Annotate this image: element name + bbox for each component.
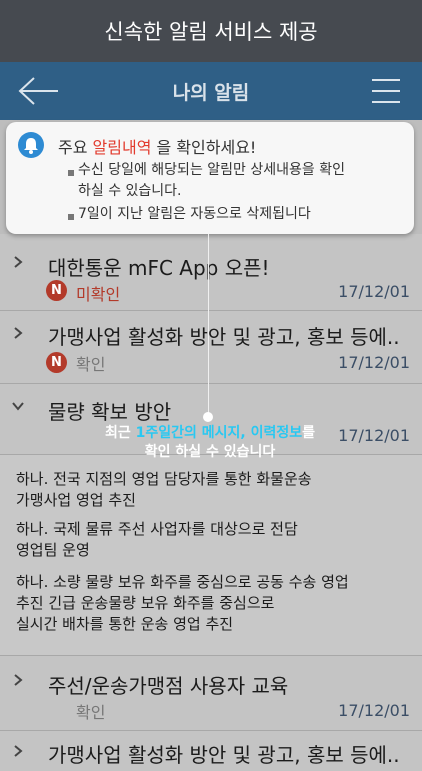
chevron-right-icon (14, 745, 23, 757)
list-item[interactable]: 주선/운송가맹점 사용자 교육 확인 17/12/01 (0, 656, 422, 731)
detail-paragraph: 하나. 전국 지점의 영업 담당자를 통한 화물운송 가맹사업 영업 추진 (16, 470, 312, 509)
detail-paragraph: 하나. 국제 물류 주선 사업자를 대상으로 전담 영업팀 운영 (16, 520, 298, 559)
item-title: 물량 확보 방안 (48, 400, 172, 424)
item-status: 확인 (76, 355, 106, 374)
guide-dot (203, 412, 213, 422)
bullet-icon (68, 170, 74, 176)
item-title: 주선/운송가맹점 사용자 교육 (48, 674, 289, 698)
chevron-down-icon (12, 402, 24, 411)
chevron-right-icon (14, 674, 23, 686)
new-badge: N (46, 352, 67, 373)
item-status: 미확인 (76, 285, 121, 304)
nav-bar: 나의 알림 (0, 62, 422, 120)
tooltip-line: 수신 당일에 해당되는 알림만 상세내용을 확인 하실 수 있습니다. (78, 162, 345, 199)
new-badge: N (46, 280, 67, 301)
tooltip-line: 7일이 지난 알림은 자동으로 삭제됩니다 (78, 206, 311, 222)
detail-paragraph: 하나. 소량 물량 보유 화주를 중심으로 공동 수송 영업 추진 긴급 운송물량… (16, 573, 349, 633)
guide-line (208, 234, 209, 417)
item-title: 가맹사업 활성화 방안 및 광고, 홍보 등에.. (48, 743, 400, 767)
list-item[interactable]: 가맹사업 활성화 방안 및 광고, 홍보 등에.. (0, 731, 422, 771)
list-item[interactable]: 대한통운 mFC App 오픈! N 미확인 17/12/01 (0, 234, 422, 311)
page-title: 나의 알림 (172, 81, 250, 104)
item-date: 17/12/01 (338, 353, 410, 372)
item-title: 가맹사업 활성화 방안 및 광고, 홍보 등에.. (48, 325, 400, 349)
notification-tooltip: 주요 알림내역 을 확인하세요! 수신 당일에 해당되는 알림만 상세내용을 확… (6, 122, 414, 234)
chevron-right-icon (14, 327, 23, 339)
item-date: 17/12/01 (338, 282, 410, 301)
list-item[interactable]: 가맹사업 활성화 방안 및 광고, 홍보 등에.. N 확인 17/12/01 (0, 311, 422, 384)
item-status: 확인 (76, 703, 106, 722)
menu-icon[interactable] (372, 78, 400, 104)
bullet-icon (68, 214, 74, 220)
item-date: 17/12/01 (338, 701, 410, 720)
item-detail: 하나. 전국 지점의 영업 담당자를 통한 화물운송 가맹사업 영업 추진 하나.… (0, 455, 422, 656)
promo-banner: 신속한 알림 서비스 제공 (0, 0, 422, 62)
tooltip-heading: 주요 알림내역 을 확인하세요! (58, 138, 257, 157)
chevron-right-icon (14, 256, 23, 268)
back-arrow-icon[interactable] (18, 76, 60, 106)
item-title: 대한통운 mFC App 오픈! (48, 256, 270, 280)
guide-callout: 최근 1주일간의 메시지, 이력정보를 확인 하실 수 있습니다 (104, 425, 316, 460)
bell-icon (18, 132, 44, 158)
banner-title: 신속한 알림 서비스 제공 (104, 20, 318, 44)
